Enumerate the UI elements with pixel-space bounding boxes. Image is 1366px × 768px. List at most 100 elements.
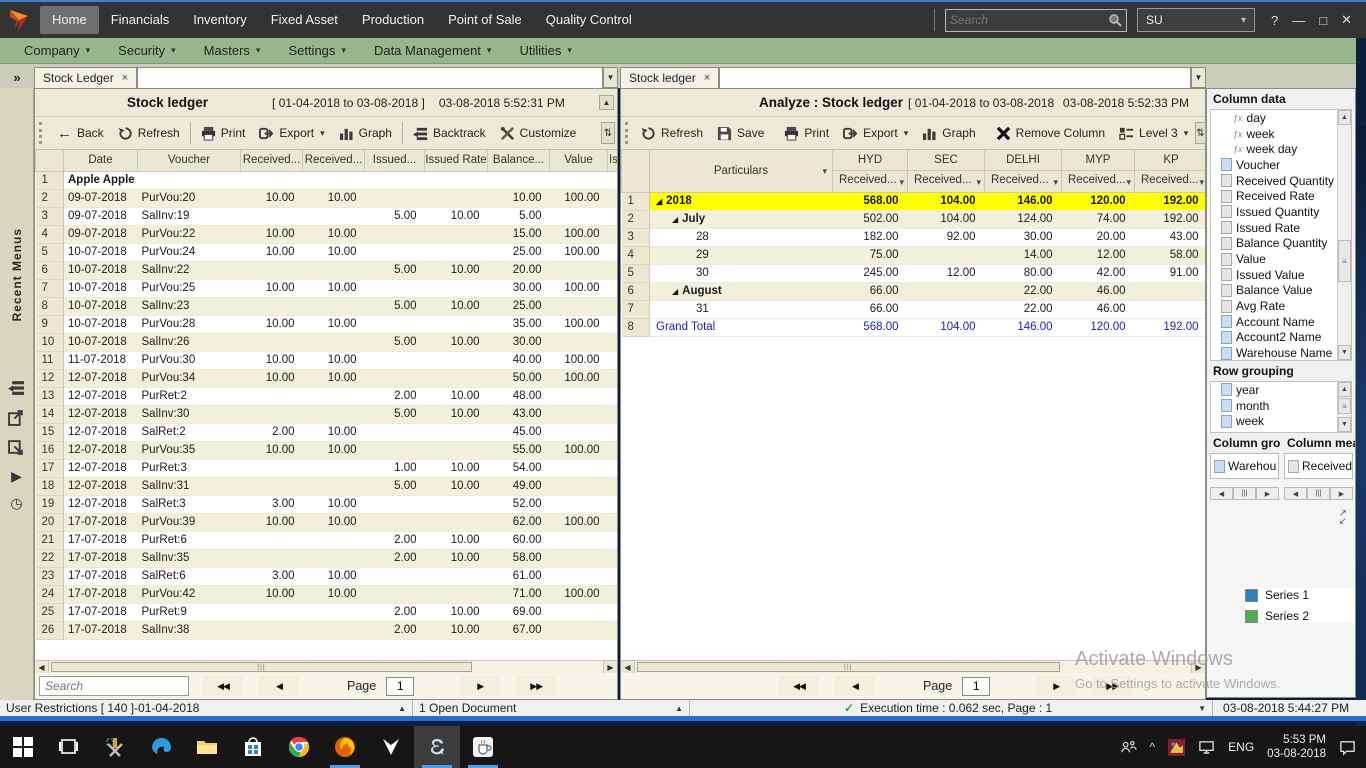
scroll-thumb[interactable]: |||	[1307, 487, 1330, 500]
column-data-item-issued-value[interactable]: Issued Value	[1211, 267, 1351, 283]
column-data-item-received-quantity[interactable]: Received Quantity	[1211, 173, 1351, 189]
print-button[interactable]: Print	[194, 120, 253, 146]
maximize-button[interactable]: □	[1319, 13, 1327, 28]
menu-point-of-sale[interactable]: Point of Sale	[436, 6, 534, 34]
page-number-input[interactable]	[962, 677, 990, 696]
search-icon[interactable]	[1108, 13, 1122, 27]
pivot-row[interactable]: 42975.0014.0012.0058.00	[622, 246, 1206, 264]
column-data-item-issued-quantity[interactable]: Issued Quantity	[1211, 204, 1351, 220]
tab-list-dropdown[interactable]: ▼	[603, 67, 618, 88]
table-row[interactable]: 409-07-2018PurVou:2210.0010.0015.00100.0…	[36, 225, 618, 243]
table-row[interactable]: 510-07-2018PurVou:2410.0010.0025.00100.0…	[36, 243, 618, 261]
column-data-item-voucher[interactable]: Voucher	[1211, 157, 1351, 173]
close-tab-icon[interactable]: ×	[122, 72, 128, 84]
table-row[interactable]: 1412-07-2018SalInv:305.0010.0043.00	[36, 405, 618, 423]
network-icon[interactable]	[1198, 739, 1215, 756]
chevron-down-icon[interactable]: ▾	[899, 177, 904, 188]
store-button[interactable]	[230, 726, 276, 768]
scroll-right-icon[interactable]: ▶	[1256, 487, 1279, 500]
table-row[interactable]: 710-07-2018PurVou:2510.0010.0030.00100.0…	[36, 279, 618, 297]
table-row[interactable]: 1111-07-2018PurVou:3010.0010.0040.00100.…	[36, 351, 618, 369]
column-header-received-[interactable]: Received...	[241, 150, 303, 171]
chevron-down-icon[interactable]: ▾	[822, 166, 827, 177]
table-row[interactable]: 1512-07-2018SalRet:22.0010.0045.00	[36, 423, 618, 441]
table-row[interactable]: 2517-07-2018PurRet:92.0010.0069.00	[36, 603, 618, 621]
tab-stock-ledger-right[interactable]: Stock ledger ×	[620, 67, 719, 88]
column-data-scrollbar[interactable]: ▲ ≡ ▼	[1337, 110, 1351, 360]
scroll-left-icon[interactable]: ◀	[1210, 487, 1233, 500]
submenu-masters[interactable]: Masters▾	[190, 38, 275, 63]
chevron-down-icon[interactable]: ▾	[976, 177, 981, 188]
column-data-item-avg-rate[interactable]: Avg Rate	[1211, 298, 1351, 314]
warehouse-header-myp[interactable]: MYP	[1062, 150, 1135, 170]
column-data-item-week-day[interactable]: ƒxweek day	[1211, 141, 1351, 157]
submenu-security[interactable]: Security▾	[104, 38, 190, 63]
caret-down-icon[interactable]: ▼	[1190, 704, 1206, 713]
row-grouping-item-week[interactable]: week	[1211, 413, 1351, 429]
column-data-item-balance-value[interactable]: Balance Value	[1211, 283, 1351, 299]
menu-quality-control[interactable]: Quality Control	[534, 6, 644, 34]
deploy-tool-button[interactable]	[92, 726, 138, 768]
chevron-down-icon[interactable]: ▾	[1126, 177, 1131, 188]
column-data-item-issued-rate[interactable]: Issued Rate	[1211, 220, 1351, 236]
page-first-button[interactable]: ◀◀	[203, 676, 243, 696]
measure-header-hyd[interactable]: Received...▾	[833, 170, 908, 192]
graph-button[interactable]: Graph	[332, 120, 399, 146]
page-number-input[interactable]	[386, 677, 414, 696]
file-explorer-button[interactable]	[184, 726, 230, 768]
warehouse-header-hyd[interactable]: HYD	[833, 150, 908, 170]
backtrack-icon[interactable]	[8, 379, 25, 396]
scroll-track[interactable]: |||	[49, 661, 603, 673]
column-data-item-warehouse-name[interactable]: Warehouse Name	[1211, 345, 1351, 361]
tab-list-dropdown[interactable]: ▼	[1191, 67, 1206, 88]
scroll-thumb[interactable]: |||	[637, 662, 1060, 672]
language-indicator[interactable]: ENG	[1228, 740, 1254, 754]
table-row[interactable]: 209-07-2018PurVou:2010.0010.0010.00100.0…	[36, 189, 618, 207]
column-data-item-day[interactable]: ƒxday	[1211, 110, 1351, 126]
table-row[interactable]: 810-07-2018SalInv:235.0010.0025.00	[36, 297, 618, 315]
caret-up-icon[interactable]: ▲	[390, 704, 406, 713]
action-center-icon[interactable]	[1339, 739, 1356, 756]
scroll-thumb[interactable]: |||	[1233, 487, 1256, 500]
submenu-utilities[interactable]: Utilities▾	[505, 38, 585, 63]
column-data-item-received-rate[interactable]: Received Rate	[1211, 188, 1351, 204]
expand-node-icon[interactable]: ◢	[672, 215, 678, 224]
remove-column-button[interactable]: Remove Column	[989, 120, 1112, 146]
print-button[interactable]: Print	[777, 120, 836, 146]
column-header-rownum[interactable]	[36, 150, 64, 171]
measure-header-myp[interactable]: Received...▾	[1062, 170, 1135, 192]
chevron-down-icon[interactable]: ▾	[1053, 177, 1058, 188]
menu-fixed-asset[interactable]: Fixed Asset	[259, 6, 350, 34]
start-button[interactable]	[0, 726, 46, 768]
scroll-down-icon[interactable]: ▼	[1338, 417, 1351, 432]
v-app-button[interactable]	[368, 726, 414, 768]
scroll-track[interactable]: |||	[635, 661, 1191, 673]
global-search[interactable]	[945, 9, 1127, 32]
pivot-row[interactable]: 6◢August66.0022.0046.00	[622, 282, 1206, 300]
column-grouping-scrollbar[interactable]: ◀ ||| ▶	[1210, 487, 1279, 500]
pivot-row[interactable]: 2◢July502.00104.00124.0074.00192.00	[622, 210, 1206, 228]
table-row[interactable]: 2617-07-2018SalInv:382.0010.0067.00	[36, 621, 618, 639]
pivot-row[interactable]: 530245.0012.0080.0042.0091.00	[622, 264, 1206, 282]
table-row[interactable]: 1312-07-2018PurRet:22.0010.0048.00	[36, 387, 618, 405]
level-button[interactable]: Level 3▾	[1112, 120, 1195, 146]
warehouse-header-kp[interactable]: KP	[1135, 150, 1206, 170]
scroll-up-icon[interactable]: ▲	[1338, 382, 1351, 397]
tray-app-icon[interactable]	[1168, 739, 1185, 756]
column-data-item-value[interactable]: Value	[1211, 251, 1351, 267]
scroll-right-icon[interactable]: ▶	[1330, 487, 1353, 500]
refresh-button[interactable]: Refresh	[111, 120, 187, 146]
table-row[interactable]: 1912-07-2018SalRet:33.0010.0052.00	[36, 495, 618, 513]
row-grouping-item-year[interactable]: year	[1211, 382, 1351, 398]
column-header-value[interactable]: Value	[550, 150, 608, 171]
page-prev-button[interactable]: ◀	[835, 676, 875, 696]
left-hscrollbar[interactable]: ◀ ||| ▶	[35, 660, 617, 673]
table-row[interactable]: 2117-07-2018PurRet:62.0010.0060.00	[36, 531, 618, 549]
table-row[interactable]: 1812-07-2018SalInv:315.0010.0049.00	[36, 477, 618, 495]
column-header-is[interactable]: Is	[608, 150, 618, 171]
scroll-up-icon[interactable]: ▲	[599, 95, 614, 110]
table-row[interactable]: 1212-07-2018PurVou:3410.0010.0050.00100.…	[36, 369, 618, 387]
splitter-icon[interactable]: ⇅	[1195, 122, 1205, 144]
menu-production[interactable]: Production	[350, 6, 436, 34]
status-open-documents[interactable]: 1 Open Document▲	[413, 700, 690, 716]
